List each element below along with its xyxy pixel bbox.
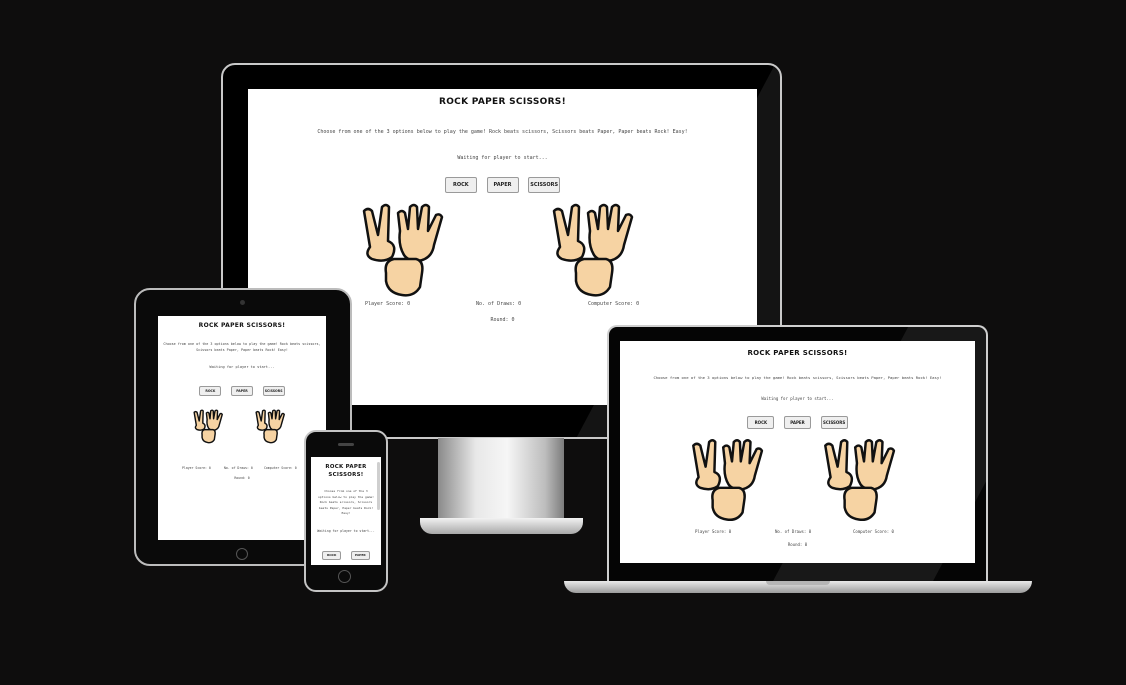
status-text: Waiting for player to start... xyxy=(317,528,375,533)
player-score: Player Score: 0 xyxy=(695,529,732,534)
rock-button[interactable]: ROCK xyxy=(199,386,222,396)
status-text: Waiting for player to start... xyxy=(761,396,834,401)
laptop-notch xyxy=(766,581,830,585)
status-text: Waiting for player to start... xyxy=(209,365,275,369)
player-hands-graphic xyxy=(358,201,458,301)
player-hands-icon xyxy=(692,439,764,521)
tablet-camera-icon xyxy=(240,300,245,305)
paper-button[interactable]: PAPER xyxy=(486,177,519,193)
player-hands-icon xyxy=(193,409,223,444)
monitor-stand xyxy=(438,438,564,524)
computer-hands-icon xyxy=(255,409,285,444)
draws-count: No. of Draws: 0 xyxy=(476,301,522,307)
round-count: Round: 0 xyxy=(787,542,808,547)
computer-score: Computer Score: 0 xyxy=(588,301,640,307)
intro-text-line: Scissors beats Paper, Paper beats Rock! … xyxy=(196,348,288,352)
intro-text: Choose from one of the 3 options below t… xyxy=(653,375,942,380)
paper-hand-icon xyxy=(396,203,444,263)
intro-text: Choose from one of the 3 options below t… xyxy=(317,129,688,135)
rock-hand-icon xyxy=(384,257,424,297)
round-count: Round: 0 xyxy=(234,476,250,480)
rock-button[interactable]: ROCK xyxy=(747,416,775,429)
draws-count: No. of Draws: 0 xyxy=(224,466,253,470)
computer-hands-icon xyxy=(824,439,896,521)
phone-scrollbar[interactable] xyxy=(377,462,380,510)
computer-hands-graphic xyxy=(548,201,648,301)
paper-button[interactable]: PAPER xyxy=(784,416,811,429)
computer-score: Computer Score: 0 xyxy=(264,466,297,470)
tablet-screen: ROCK PAPER SCISSORS! Choose from one of … xyxy=(158,316,326,540)
phone-home-button[interactable] xyxy=(338,570,351,583)
rock-button[interactable]: ROCK xyxy=(444,177,477,193)
page-title: ROCK PAPER SCISSORS! xyxy=(439,97,566,107)
tablet-home-button[interactable] xyxy=(236,548,248,560)
scissors-button[interactable]: SCISSORS xyxy=(528,177,561,193)
page-title-line: SCISSORS! xyxy=(328,472,364,478)
status-text: Waiting for player to start... xyxy=(457,155,548,161)
intro-text: Choose from one of the 3 options below to… xyxy=(311,489,381,517)
player-score: Player Score: 0 xyxy=(365,301,411,307)
phone-speaker-icon xyxy=(338,443,354,446)
scissors-button[interactable]: SCISSORS xyxy=(820,416,848,429)
player-score: Player Score: 0 xyxy=(182,466,211,470)
paper-button[interactable]: PAPER xyxy=(350,550,370,560)
draws-count: No. of Draws: 0 xyxy=(775,529,812,534)
phone-screen: ROCK PAPER SCISSORS! Choose from one of … xyxy=(311,457,381,565)
monitor-stand-base xyxy=(420,518,583,534)
scissors-button[interactable]: SCISSORS xyxy=(262,386,285,396)
page-title: ROCK PAPER SCISSORS! xyxy=(747,349,848,357)
intro-text-line: Easy! xyxy=(341,511,351,516)
rock-button[interactable]: ROCK xyxy=(322,550,342,560)
intro-text-line: Rock beats scissors, Scissors xyxy=(319,500,373,505)
scissors-hand-icon xyxy=(362,203,396,262)
laptop-screen: ROCK PAPER SCISSORS! Choose from one of … xyxy=(620,341,975,563)
page-title-line: ROCK PAPER xyxy=(325,464,367,470)
paper-button[interactable]: PAPER xyxy=(231,386,253,396)
page-title: ROCK PAPER SCISSORS! xyxy=(198,322,286,329)
computer-score: Computer Score: 0 xyxy=(853,529,894,534)
